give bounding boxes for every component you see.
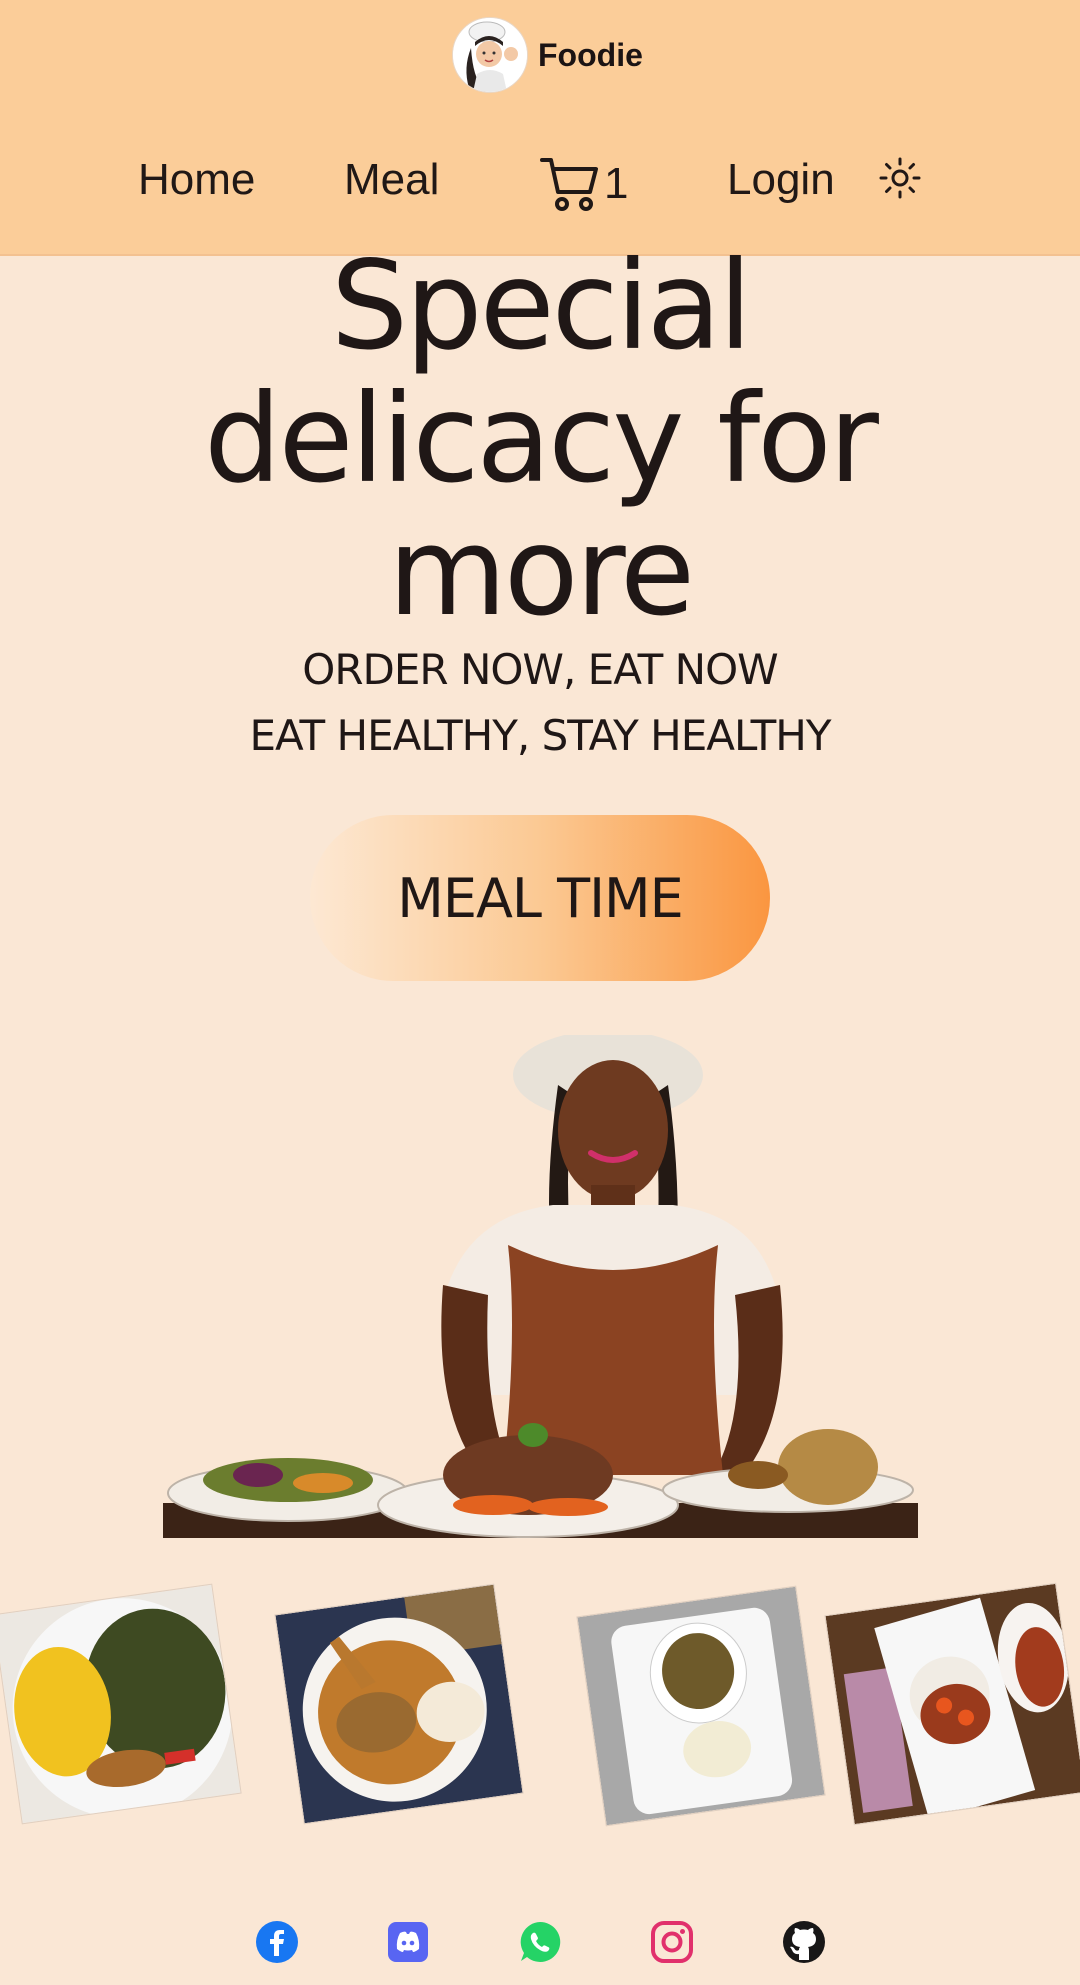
hero-title-line-1: Special	[330, 235, 753, 377]
cart-count: 1	[604, 159, 629, 208]
hero-title-line-2: delicacy for	[204, 368, 879, 510]
chef-avatar-icon	[452, 17, 528, 93]
whatsapp-icon[interactable]	[518, 1920, 562, 1964]
github-icon[interactable]	[782, 1920, 826, 1964]
nav-login-link[interactable]: Login	[727, 155, 835, 205]
gallery-item-egusi-with-meat[interactable]	[274, 1583, 524, 1825]
discord-icon[interactable]	[386, 1920, 430, 1964]
gallery-item-stew-with-rice[interactable]	[824, 1582, 1080, 1826]
shopping-cart-icon	[540, 158, 598, 211]
instagram-icon[interactable]	[650, 1920, 694, 1964]
hero-title: Special delicacy for more	[0, 240, 1080, 639]
tagline-order-now: ORDER NOW, EAT NOW	[302, 645, 778, 694]
brand-name: Foodie	[538, 36, 643, 73]
meal-time-button[interactable]: MEAL TIME	[310, 815, 770, 981]
tagline-eat-healthy: EAT HEALTHY, STAY HEALTHY	[249, 711, 832, 760]
chef-hero-image	[163, 1035, 918, 1538]
gallery-item-egusi-soup[interactable]	[0, 1583, 242, 1825]
hero-title-line-3: more	[387, 501, 695, 643]
theme-toggle-button[interactable]	[878, 156, 922, 200]
sun-icon	[879, 157, 921, 199]
gallery-item-soup-with-fufu[interactable]	[576, 1585, 826, 1827]
social-links	[0, 1920, 1080, 1970]
nav-home-link[interactable]: Home	[138, 155, 255, 205]
cart-button[interactable]: 1	[540, 156, 628, 212]
top-header: Foodie Home Meal 1 Login	[0, 0, 1080, 256]
nav-meal-link[interactable]: Meal	[344, 155, 439, 205]
facebook-icon[interactable]	[255, 1920, 299, 1964]
brand[interactable]: Foodie	[452, 17, 643, 93]
